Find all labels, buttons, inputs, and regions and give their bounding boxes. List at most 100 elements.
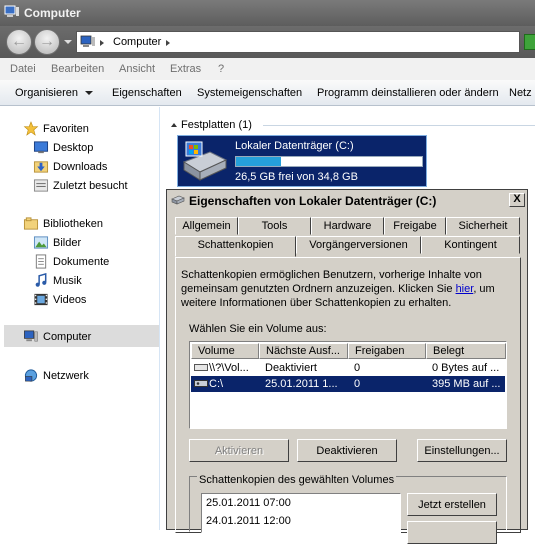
column-header-used[interactable]: Belegt <box>426 343 506 359</box>
uninstall-program-button[interactable]: Programm deinstallieren oder ändern <box>317 87 499 99</box>
libraries-icon <box>23 217 39 230</box>
tab-hardware-label: Hardware <box>323 220 372 232</box>
drive-usage-bar <box>235 156 423 167</box>
forward-button[interactable]: → <box>34 29 60 55</box>
cell-shares: 0 <box>354 362 361 374</box>
close-icon: X <box>513 193 521 205</box>
table-row[interactable]: \\?\Vol... Deaktiviert 0 0 Bytes auf ... <box>191 360 505 376</box>
back-arrow-icon: ← <box>11 33 27 50</box>
collapse-triangle-icon[interactable] <box>171 123 177 127</box>
nav-documents-label: Dokumente <box>53 256 110 268</box>
drive-name: Lokaler Datenträger (C:) <box>235 140 354 152</box>
window-title: Computer <box>24 6 81 20</box>
videos-icon <box>34 293 48 306</box>
address-bar[interactable]: Computer <box>76 31 520 53</box>
cell-next-run: 25.01.2011 1... <box>265 378 338 390</box>
hard-drive-icon <box>182 141 228 181</box>
dialog-close-button[interactable]: X <box>509 193 525 207</box>
nav-computer-label: Computer <box>43 331 92 343</box>
nav-recent-places-label: Zuletzt besucht <box>53 180 128 192</box>
back-button[interactable]: ← <box>6 29 32 55</box>
navigation-pane: Favoriten Desktop Downloads Zuletzt besu… <box>0 107 160 530</box>
tab-sicherheit[interactable]: Sicherheit <box>446 217 520 235</box>
group-header-label: Festplatten (1) <box>181 119 252 131</box>
nav-libraries-label: Bibliotheken <box>43 218 103 230</box>
list-item[interactable]: 24.01.2011 12:00 <box>206 515 291 527</box>
drive-tile-c[interactable]: Lokaler Datenträger (C:) 26,5 GB frei vo… <box>177 135 427 187</box>
menu-datei[interactable]: Datei <box>10 63 36 75</box>
deactivate-button[interactable]: Deaktivieren <box>297 439 397 462</box>
column-next-run-label: Nächste Ausf... <box>266 345 340 357</box>
column-header-shares[interactable]: Freigaben <box>348 343 426 359</box>
tab-allgemein-label: Allgemein <box>182 220 231 232</box>
organize-button[interactable]: Organisieren <box>15 87 78 99</box>
nav-favorites-label: Favoriten <box>43 123 89 135</box>
tab-vorgaengerversionen[interactable]: Vorgängerversionen <box>296 236 421 254</box>
list-item[interactable]: 25.01.2011 07:00 <box>206 497 291 509</box>
hard-drive-icon <box>171 195 185 205</box>
nav-downloads-label: Downloads <box>53 161 108 173</box>
column-shares-label: Freigaben <box>355 345 405 357</box>
pictures-icon <box>33 236 49 249</box>
snapshots-group-label: Schattenkopien des gewählten Volumes <box>197 474 397 486</box>
computer-icon <box>80 35 95 47</box>
drive-usage-fill <box>236 157 281 166</box>
tab-kontingent[interactable]: Kontingent <box>421 236 520 254</box>
column-header-next-run[interactable]: Nächste Ausf... <box>259 343 348 359</box>
network-button[interactable]: Netz <box>509 87 532 99</box>
recent-places-icon <box>33 179 49 192</box>
tab-schattenkopien[interactable]: Schattenkopien <box>175 236 296 257</box>
snapshot-list[interactable]: 25.01.2011 07:00 24.01.2011 12:00 <box>201 493 401 533</box>
window-titlebar: Computer <box>0 0 535 26</box>
nav-desktop-label: Desktop <box>53 142 94 154</box>
computer-icon <box>4 5 19 17</box>
hard-drive-icon <box>194 380 208 387</box>
tab-tools[interactable]: Tools <box>238 217 311 235</box>
tab-allgemein[interactable]: Allgemein <box>175 217 238 235</box>
menu-bar: Datei Bearbeiten Ansicht Extras ? <box>0 58 535 80</box>
activate-button[interactable]: Aktivieren <box>189 439 289 462</box>
menu-extras[interactable]: Extras <box>170 63 201 75</box>
tab-vorgaengerversionen-label: Vorgängerversionen <box>309 239 408 251</box>
dialog-titlebar[interactable]: Eigenschaften von Lokaler Datenträger (C… <box>167 190 527 210</box>
menu-ansicht[interactable]: Ansicht <box>119 63 155 75</box>
settings-button[interactable]: Einstellungen... <box>417 439 507 462</box>
navigation-row: ← → Computer <box>0 26 535 58</box>
forward-arrow-icon: → <box>39 33 55 50</box>
cell-volume: \\?\Vol... <box>209 362 249 374</box>
settings-button-label: Einstellungen... <box>424 445 500 457</box>
dialog-button-partial[interactable] <box>407 521 497 544</box>
breadcrumb-computer[interactable]: Computer <box>113 36 161 48</box>
tab-hardware[interactable]: Hardware <box>311 217 384 235</box>
nav-pictures-label: Bilder <box>53 237 82 249</box>
column-header-volume[interactable]: Volume <box>191 343 259 359</box>
chevron-down-icon[interactable] <box>85 91 93 95</box>
volume-select-label: Wählen Sie ein Volume aus: <box>189 323 327 335</box>
network-icon <box>24 369 38 382</box>
downloads-folder-icon <box>33 161 49 173</box>
description-text: Schattenkopien ermöglichen Benutzern, vo… <box>181 269 482 295</box>
command-bar: Organisieren Eigenschaften Systemeigensc… <box>0 80 535 106</box>
column-volume-label: Volume <box>198 345 235 357</box>
volume-list[interactable]: Volume Nächste Ausf... Freigaben Belegt … <box>189 341 507 429</box>
table-row[interactable]: C:\ 25.01.2011 1... 0 395 MB auf ... <box>191 376 505 392</box>
recent-pages-dropdown[interactable] <box>64 40 72 44</box>
cell-used: 395 MB auf ... <box>432 378 501 390</box>
properties-button[interactable]: Eigenschaften <box>112 87 182 99</box>
system-properties-button[interactable]: Systemeigenschaften <box>197 87 302 99</box>
tab-sicherheit-label: Sicherheit <box>458 220 508 232</box>
tab-freigabe[interactable]: Freigabe <box>384 217 446 235</box>
desktop-icon <box>33 141 49 154</box>
properties-dialog: Eigenschaften von Lokaler Datenträger (C… <box>166 189 528 544</box>
go-arrow-icon[interactable] <box>524 34 535 50</box>
tab-tools-label: Tools <box>261 220 288 232</box>
shadow-copy-description: Schattenkopien ermöglichen Benutzern, vo… <box>181 268 501 310</box>
menu-bearbeiten[interactable]: Bearbeiten <box>51 63 104 75</box>
more-info-link[interactable]: hier <box>456 283 474 295</box>
menu-help[interactable]: ? <box>218 63 224 75</box>
deactivate-button-label: Deaktivieren <box>316 445 378 457</box>
breadcrumb-separator-icon[interactable] <box>166 40 170 46</box>
breadcrumb-separator-icon[interactable] <box>100 40 104 46</box>
volume-drive-icon <box>194 364 208 371</box>
create-now-button[interactable]: Jetzt erstellen <box>407 493 497 516</box>
